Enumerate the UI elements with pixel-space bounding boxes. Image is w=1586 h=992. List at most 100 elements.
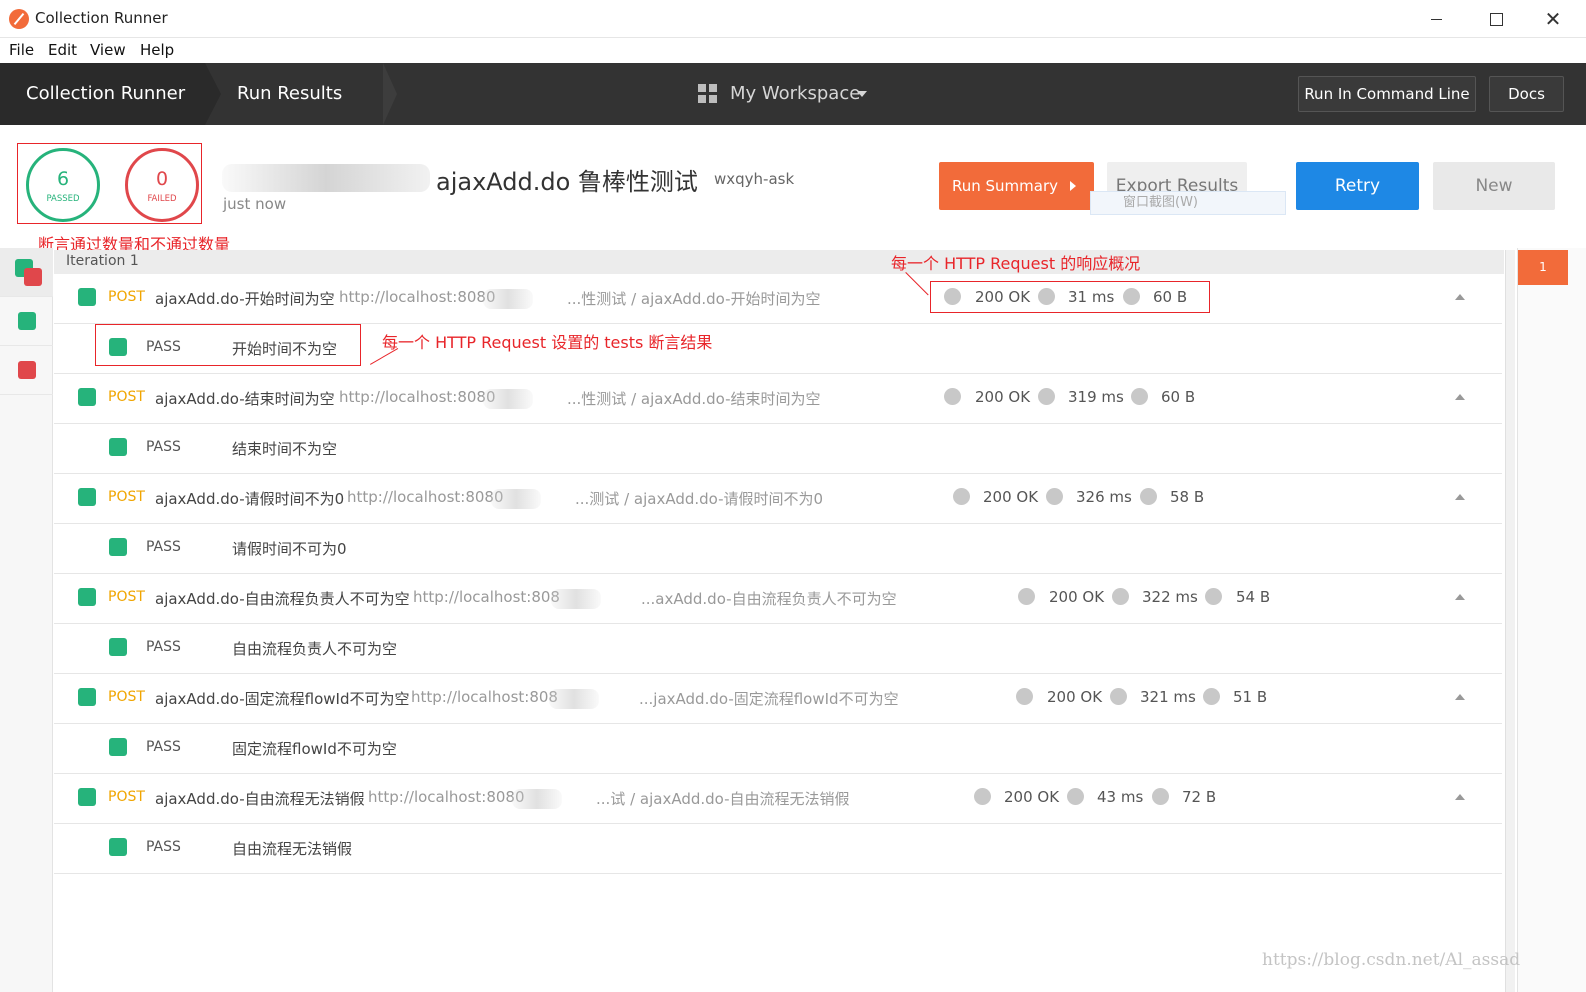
annotation-tests: 每一个 HTTP Request 设置的 tests 断言结果: [382, 333, 713, 352]
menu-help[interactable]: Help: [140, 41, 174, 59]
request-status-icon: [78, 588, 96, 606]
status-dot-icon: [953, 488, 970, 505]
request-name[interactable]: ajaxAdd.do-自由流程负责人不可为空: [155, 588, 410, 609]
time-dot-icon: [1046, 488, 1063, 505]
failed-filter-icon: [18, 361, 36, 379]
run-summary-button[interactable]: Run Summary: [939, 162, 1094, 210]
request-status-icon: [78, 688, 96, 706]
size-dot-icon: [1131, 388, 1148, 405]
menu-view[interactable]: View: [90, 41, 126, 59]
request-url: http://localhost:8080: [347, 488, 504, 506]
chevron-up-icon[interactable]: [1455, 494, 1465, 500]
filter-passed[interactable]: [0, 297, 53, 346]
test-name: 请假时间不可为0: [232, 540, 347, 558]
watermark: https://blog.csdn.net/Al_assad: [1262, 950, 1521, 970]
redacted-url: [483, 289, 533, 309]
iteration-badge[interactable]: 1: [1518, 250, 1568, 285]
chevron-up-icon[interactable]: [1455, 794, 1465, 800]
workspace-grid-icon: [698, 84, 718, 104]
breadcrumb-run-results[interactable]: Run Results: [237, 83, 342, 104]
request-url: http://localhost:808: [411, 688, 558, 706]
chevron-up-icon[interactable]: [1455, 594, 1465, 600]
request-status-icon: [78, 288, 96, 306]
time-dot-icon: [1110, 688, 1127, 705]
response-time: 321 ms: [1140, 688, 1196, 706]
chevron-up-icon[interactable]: [1455, 394, 1465, 400]
test-status-icon: [109, 638, 127, 656]
test-result: PASS: [146, 439, 181, 455]
request-url: http://localhost:808: [413, 588, 560, 606]
test-result: PASS: [146, 839, 181, 855]
filter-all[interactable]: [0, 248, 53, 297]
request-url: http://localhost:8080: [368, 788, 525, 806]
chevron-up-icon[interactable]: [1455, 294, 1465, 300]
annotation-box-counts: [17, 143, 202, 224]
status-dot-icon: [944, 388, 961, 405]
time-dot-icon: [1038, 388, 1055, 405]
size-dot-icon: [1205, 588, 1222, 605]
window-title: Collection Runner: [35, 9, 168, 27]
request-name[interactable]: ajaxAdd.do-请假时间不为0: [155, 488, 344, 509]
status-dot-icon: [1016, 688, 1033, 705]
workspace-selector[interactable]: My Workspace: [730, 83, 860, 104]
test-status-icon: [109, 538, 127, 556]
request-url: http://localhost:8080: [339, 288, 496, 306]
annotation-box-tests: [95, 324, 361, 366]
run-environment: wxqyh-ask: [714, 170, 795, 188]
test-name: 自由流程无法销假: [232, 840, 353, 858]
breadcrumb-collection-runner[interactable]: Collection Runner: [26, 83, 185, 104]
request-name[interactable]: ajaxAdd.do-固定流程flowId不可为空: [155, 688, 409, 709]
redacted-title: [222, 164, 430, 192]
request-name[interactable]: ajaxAdd.do-结束时间为空: [155, 388, 335, 409]
menu-edit[interactable]: Edit: [48, 41, 77, 59]
caret-right-icon: [1070, 181, 1076, 191]
status-dot-icon: [974, 788, 991, 805]
redacted-url: [551, 589, 601, 609]
status-dot-icon: [1018, 588, 1035, 605]
response-size: 58 B: [1170, 488, 1205, 506]
iteration-panel: [1517, 248, 1586, 992]
response-time: 319 ms: [1068, 388, 1124, 406]
request-method: POST: [108, 389, 145, 405]
test-name: 固定流程flowId不可为空: [232, 740, 397, 758]
response-time: 322 ms: [1142, 588, 1198, 606]
screenshot-tooltip: 窗口截图(W): [1090, 191, 1286, 215]
run-title: ajaxAdd.do 鲁棒性测试: [436, 168, 698, 196]
test-result: PASS: [146, 539, 181, 555]
test-status-icon: [109, 438, 127, 456]
request-name[interactable]: ajaxAdd.do-开始时间为空: [155, 288, 335, 309]
minimize-icon[interactable]: [1414, 6, 1460, 32]
response-status: 200 OK: [983, 488, 1039, 506]
run-summary-label: Run Summary: [952, 177, 1059, 195]
test-result: PASS: [146, 739, 181, 755]
retry-button[interactable]: Retry: [1296, 162, 1419, 210]
docs-button[interactable]: Docs: [1489, 76, 1564, 112]
new-button[interactable]: New: [1433, 162, 1555, 210]
size-dot-icon: [1140, 488, 1157, 505]
close-icon[interactable]: ✕: [1530, 6, 1576, 32]
request-status-icon: [78, 788, 96, 806]
request-method: POST: [108, 789, 145, 805]
request-status-icon: [78, 488, 96, 506]
scrollbar[interactable]: [1505, 250, 1515, 992]
iteration-header: [54, 250, 1504, 274]
annotation-response: 每一个 HTTP Request 的响应概况: [891, 254, 1141, 273]
request-method: POST: [108, 689, 145, 705]
response-size: 72 B: [1182, 788, 1217, 806]
redacted-url: [549, 689, 599, 709]
request-url: http://localhost:8080: [339, 388, 496, 406]
all-status-icon-overlay: [24, 268, 42, 286]
maximize-icon[interactable]: [1473, 6, 1519, 32]
iteration-label: Iteration 1: [66, 253, 139, 269]
time-dot-icon: [1112, 588, 1129, 605]
run-in-command-line-button[interactable]: Run In Command Line: [1298, 76, 1476, 112]
request-name[interactable]: ajaxAdd.do-自由流程无法销假: [155, 788, 365, 809]
test-result: PASS: [146, 639, 181, 655]
chevron-down-icon[interactable]: [857, 91, 867, 97]
annotation-box-response: [930, 281, 1210, 313]
test-name: 结束时间不为空: [232, 440, 338, 458]
chevron-up-icon[interactable]: [1455, 694, 1465, 700]
request-path: ...jaxAdd.do-固定流程flowId不可为空: [639, 690, 899, 708]
menu-file[interactable]: File: [9, 41, 34, 59]
filter-failed[interactable]: [0, 346, 53, 395]
